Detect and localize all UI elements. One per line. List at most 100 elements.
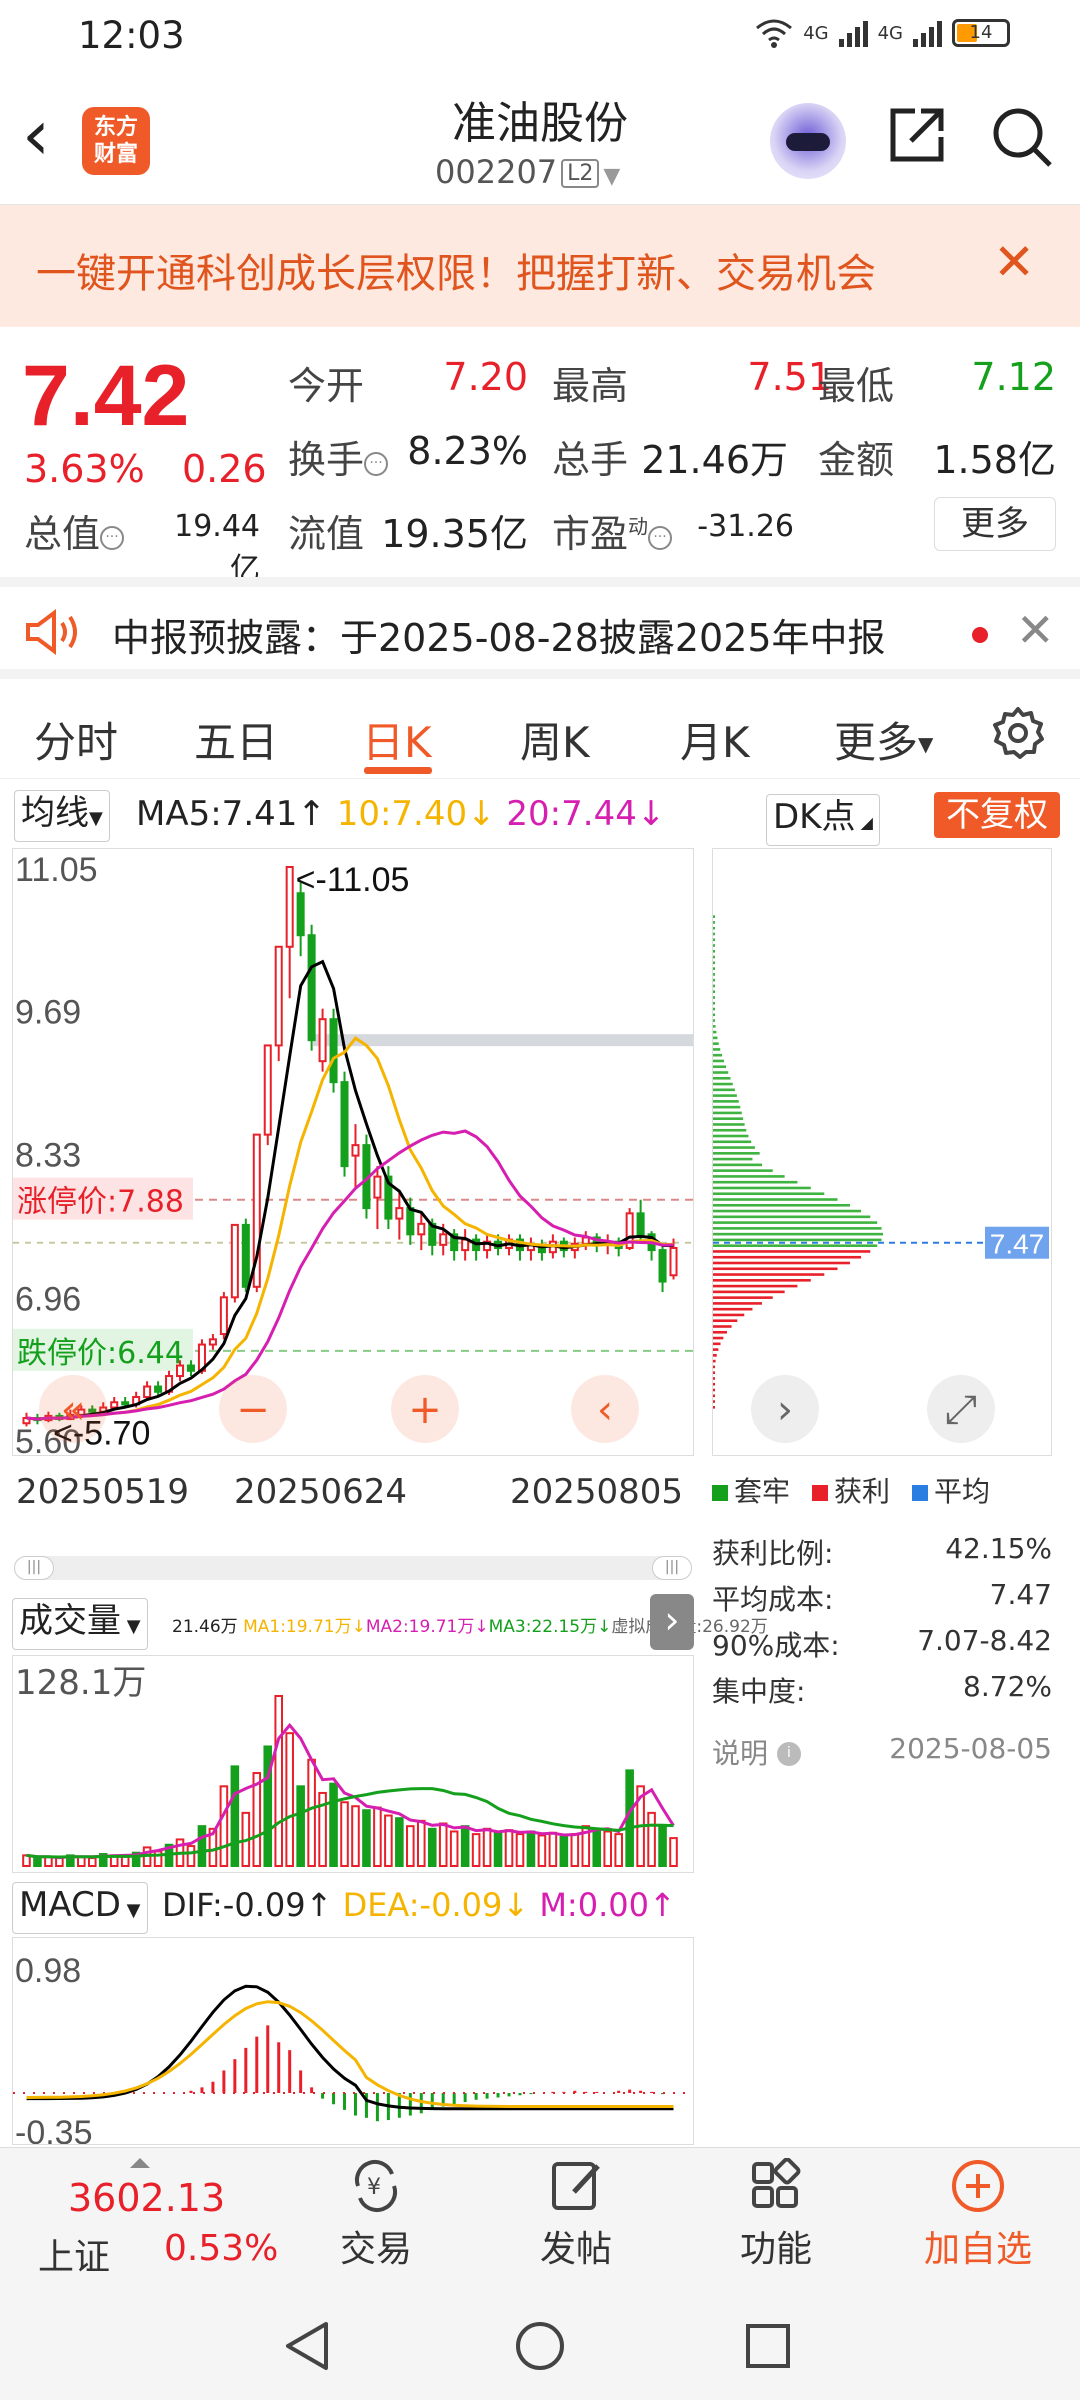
tab-more[interactable]: 更多▼ [834,709,933,770]
volume-bar [362,1809,371,1867]
info-icon[interactable]: ··· [364,452,389,476]
scroll-handle-right[interactable]: ||| [652,1556,692,1580]
chip-bar [713,1065,727,1069]
volume-bar [197,1825,207,1867]
share-icon[interactable] [885,103,949,167]
chart-control-glyph: ‹ [597,1387,613,1433]
legend-profit-label: 获利 [834,1475,891,1508]
corner-icon: ◢ [855,813,873,832]
volume-label: 总手 [552,438,629,482]
chip-bar [713,1296,773,1299]
kline-svg: 11.059.698.336.965.60涨停价:7.88跌停价:6.44<-1… [13,851,693,1455]
chip-bar [713,1128,747,1132]
post-button[interactable]: 发帖 [516,2158,636,2272]
float-label: 流值 [288,512,365,556]
more-button[interactable]: 更多 [934,497,1056,551]
macd-axis-bottom: -0.35 [15,2114,93,2145]
promo-banner[interactable]: 一键开通科创成长层权限！把握打新、交易机会 ✕ [0,205,1080,327]
chip-row: 集中度: 8.72% [712,1670,1052,1710]
kline-chart[interactable]: 11.05 9.69 8.33 6.96 5.60 涨停价:7.88 跌停价:6.44 <-1… [12,848,694,1456]
ma5-arrow: ↑ [297,794,337,834]
close-icon[interactable]: ✕ [993,233,1035,291]
volume-bar [384,1814,393,1867]
adjust-toggle[interactable]: 不复权 [934,792,1060,838]
nav-home-icon[interactable] [514,2320,566,2372]
add-watchlist-button[interactable]: 加自选 [918,2158,1038,2272]
candle-body [296,892,305,937]
notice-bar[interactable]: 中报预披露：于2025-08-28披露2025年中报 ✕ [0,577,1080,679]
macd-chart[interactable]: 0.98 -0.35 [12,1937,694,2145]
price-axis-label: 8.33 [15,1136,81,1174]
tab-five-day[interactable]: 五日 [194,709,278,770]
ma-type-dropdown[interactable]: 均线▼ [14,790,110,842]
level2-badge: L2 [561,159,600,188]
change-amount: 0.26 [182,447,267,491]
nav-back-icon[interactable] [282,2320,332,2372]
volume-bar [55,1857,64,1867]
dk-point-dropdown[interactable]: DK点 ◢ [766,794,880,846]
macd-dropdown[interactable]: MACD ▼ [12,1882,148,1934]
signal-icon-2 [913,19,942,47]
function-label: 功能 [739,2229,812,2270]
candle-body [406,1207,415,1236]
chip-note-row[interactable]: 说明 i 2025-08-05 [712,1732,1052,1772]
candle-body [154,1385,163,1393]
tab-monthly-k[interactable]: 月K [680,709,750,770]
volume-bar [285,1732,294,1867]
scroll-handle-left[interactable]: ||| [14,1556,54,1580]
index-name: 上证 [38,2237,111,2278]
function-button[interactable]: 功能 [716,2158,836,2272]
trade-button[interactable]: ¥ 交易 [316,2158,436,2272]
period-tabs: 分时 五日 日K 周K 月K 更多▼ [0,679,1080,779]
ma10-arrow: ↓ [467,794,507,834]
high-label: 最高 [552,364,629,408]
chip-bar [713,1330,727,1334]
candle-body [351,1144,360,1157]
volume-ma3: MA3:22.15万↓ [488,1617,612,1637]
chip-bar [713,1307,753,1311]
chip-bar [713,1215,871,1219]
stock-code-switch[interactable]: 002207 L2 ▼ [435,153,620,191]
tab-daily-k[interactable]: 日K [362,709,432,770]
volume-chart[interactable]: 128.1万 [12,1655,694,1873]
chip-note: 说明 [712,1737,769,1770]
chip-bar [713,1048,721,1051]
volume-dropdown[interactable]: 成交量 ▼ [12,1598,148,1650]
open-value: 7.20 [443,355,528,399]
yen-cycle-icon: ¥ [354,2160,398,2212]
chip-bar [713,984,715,988]
volume-svg: 128.1万 [15,1663,678,1867]
chip-bar [713,1157,753,1161]
chip-distribution[interactable]: 7.47 › ⤢ [712,848,1053,1456]
candle-body [373,1175,382,1199]
volume-bar [504,1829,514,1867]
ma20-value: 20:7.44 [506,794,637,834]
notice-text: 中报预披露：于2025-08-28披露2025年中报 [112,616,886,660]
chip-bar [713,1088,735,1092]
ma10-value: 10:7.40 [336,794,468,834]
chip-bar [713,1013,715,1017]
limit-up-label: 涨停价:7.88 [17,1185,184,1220]
chevron-right-icon[interactable]: › [650,1594,694,1650]
ma-values: MA5:7.41↑ 10:7.40↓ 20:7.44↓ [136,794,665,834]
info-icon[interactable]: ··· [100,526,125,550]
tab-intraday[interactable]: 分时 [34,709,118,770]
add-watchlist-label: 加自选 [923,2229,1032,2270]
info-icon[interactable]: ··· [648,526,673,550]
nav-recent-icon[interactable] [744,2322,792,2370]
tab-weekly-k[interactable]: 周K [520,709,590,770]
chip-bar [713,1186,811,1190]
close-icon[interactable]: ✕ [1016,603,1055,657]
gear-icon[interactable] [990,705,1046,761]
high-value: 7.51 [747,355,832,399]
chart-scrollbar[interactable]: ||| ||| [14,1556,692,1580]
volume-bar [669,1837,678,1867]
search-icon[interactable] [990,105,1054,169]
price-axis-label: 11.05 [15,851,98,889]
chip-bar [713,944,715,947]
turnover-label: 换手 ··· [288,429,389,484]
pe-value: -31.26 [697,509,794,544]
chevron-down-icon: ▼ [918,732,934,756]
chip-bar [713,1250,871,1253]
assistant-avatar-icon[interactable] [770,103,846,179]
